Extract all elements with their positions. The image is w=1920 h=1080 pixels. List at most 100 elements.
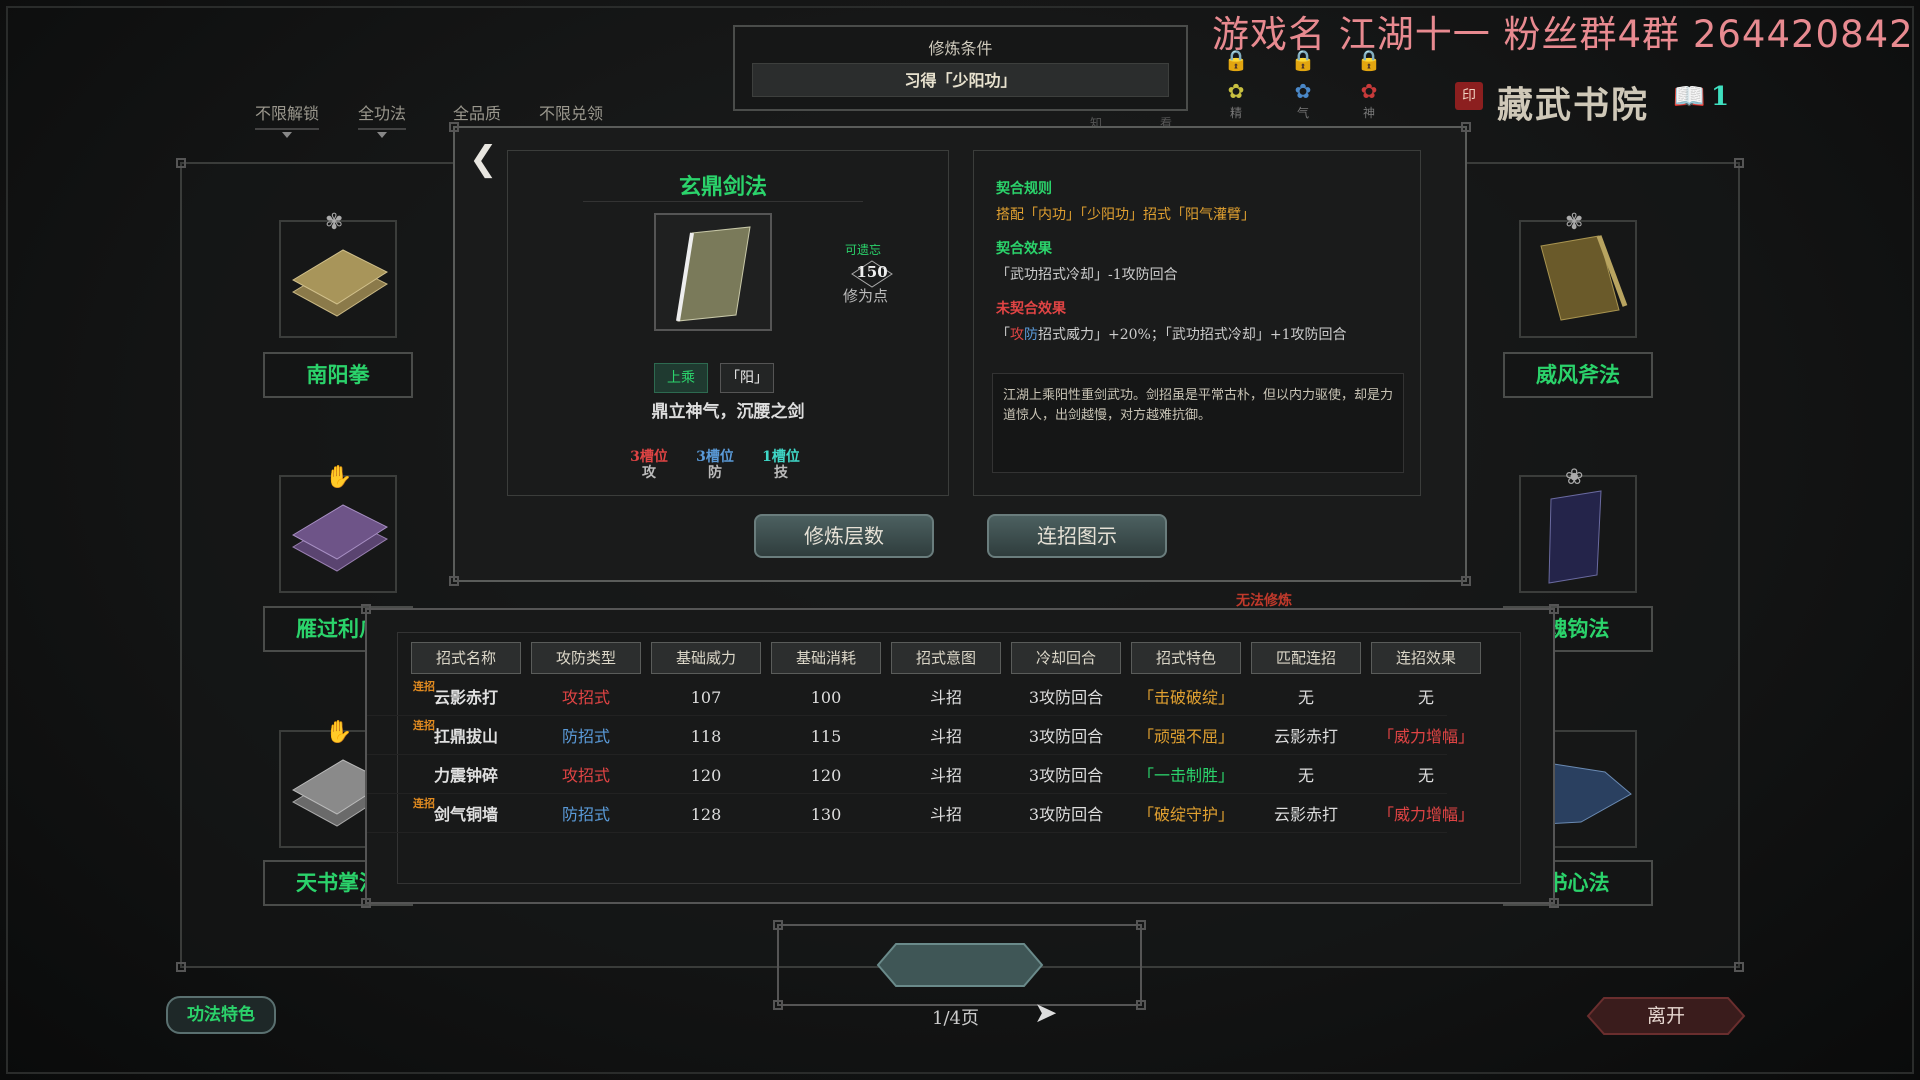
cell-cost: 100 <box>810 688 842 707</box>
table-row[interactable]: 力震钟碎 攻招式 120 120 斗招 3攻防回合 「一击制胜」 无 无 <box>367 758 1447 794</box>
combo-tag: 连招 <box>413 797 435 810</box>
skill-name: 玄鼎剑法 <box>583 169 863 202</box>
academy-name: 藏武书院 <box>1497 84 1650 126</box>
skill-detail-popup: ❮ 玄鼎剑法 可遗忘 150 修为点 上乘 「阳」 鼎立神气，沉腰之剑 3槽位攻… <box>449 122 1471 586</box>
skill-book-slot <box>654 213 772 331</box>
cell-cd: 3攻防回合 <box>1028 727 1104 746</box>
col-combo-effect[interactable]: 连招效果 <box>1371 642 1481 674</box>
cell-cd: 3攻防回合 <box>1028 766 1104 785</box>
train-level-button[interactable]: 修炼层数 <box>754 514 934 558</box>
next-page-arrow-icon[interactable]: ➤ <box>1034 996 1057 1029</box>
requirement-box: 修炼条件 习得「少阳功」 <box>733 25 1188 111</box>
element-tag: 「阳」 <box>720 363 774 393</box>
cell-type: 攻招式 <box>561 766 610 785</box>
cell-power: 118 <box>690 727 722 746</box>
book-name-right-1[interactable]: 威风斧法 <box>1503 352 1653 398</box>
combo-tag: 连招 <box>413 719 435 732</box>
book-slot-right-1[interactable]: ✾ <box>1519 210 1637 338</box>
cell-name: 力震钟碎 <box>433 766 498 785</box>
skill-description: 江湖上乘阳性重剑武功。剑招虽是平常古朴，但以内力驱使，却是力道惊人，出剑越慢，对… <box>992 373 1404 473</box>
lock-icon: 🔒 <box>1223 48 1249 72</box>
book-slot-right-2[interactable]: ❀ <box>1519 465 1637 593</box>
cell-intent: 斗招 <box>929 688 962 707</box>
center-action-button[interactable] <box>876 942 1044 988</box>
combo-diagram-button[interactable]: 连招图示 <box>987 514 1167 558</box>
requirement-value: 习得「少阳功」 <box>752 63 1169 97</box>
hook-icon: ✋ <box>325 720 353 745</box>
move-table-panel: 招式名称 攻防类型 基础威力 基础消耗 招式意图 冷却回合 招式特色 匹配连招 … <box>361 604 1559 908</box>
forgettable-label: 可遗忘 <box>845 243 882 257</box>
col-power[interactable]: 基础威力 <box>651 642 761 674</box>
unmatched-value: 「攻防招式威力」+20%；「武功招式冷却」+1攻防回合 <box>996 327 1347 343</box>
skill-info-card: 玄鼎剑法 可遗忘 150 修为点 上乘 「阳」 鼎立神气，沉腰之剑 3槽位攻 3… <box>507 150 949 496</box>
cell-intent: 斗招 <box>929 766 962 785</box>
cell-power: 120 <box>690 766 722 785</box>
cell-match: 无 <box>1297 688 1314 707</box>
filter-unlock[interactable]: 不限解锁 <box>255 100 320 138</box>
match-rules-card: 契合规则 搭配「内功」「少阳功」招式「阳气灌臂」 契合效果 「武功招式冷却」-1… <box>973 150 1421 496</box>
locked-slot-qi[interactable]: 🔒 ✿ 气 <box>1280 48 1326 128</box>
lock-icon: 🔒 <box>1356 48 1382 72</box>
cell-feature: 「击破破绽」 <box>1137 688 1234 707</box>
defense-slot-count: 3槽位防 <box>696 449 734 481</box>
col-cooldown[interactable]: 冷却回合 <box>1011 642 1121 674</box>
cell-cd: 3攻防回合 <box>1028 688 1104 707</box>
book-cover-icon <box>676 226 751 322</box>
cannot-train-label: 无法修炼 <box>1236 593 1292 609</box>
hook-icon: ✾ <box>1565 210 1584 235</box>
cell-effect: 无 <box>1417 766 1434 785</box>
table-row[interactable]: 扛鼎拔山 连招 防招式 118 115 斗招 3攻防回合 「顽强不屈」 云影赤打 「威力增幅」 <box>367 719 1474 755</box>
cell-match: 云影赤打 <box>1273 727 1338 746</box>
cell-match: 无 <box>1297 766 1314 785</box>
col-intent[interactable]: 招式意图 <box>891 642 1001 674</box>
col-feature[interactable]: 招式特色 <box>1131 642 1241 674</box>
cell-feature: 「顽强不屈」 <box>1137 727 1234 746</box>
match-rule-title: 契合规则 <box>996 181 1052 197</box>
cell-cost: 120 <box>810 766 842 785</box>
book-slot-left-1[interactable]: ✾ <box>279 210 397 338</box>
hook-icon: ❀ <box>1565 465 1584 490</box>
locked-slot-jing[interactable]: 🔒 ✿ 精 <box>1213 48 1259 128</box>
leave-button[interactable]: 离开 <box>1586 996 1746 1036</box>
cell-cost: 130 <box>810 805 842 824</box>
attack-slot-count: 3槽位攻 <box>630 449 668 481</box>
col-move-name[interactable]: 招式名称 <box>411 642 521 674</box>
table-row[interactable]: 云影赤打 连招 攻招式 107 100 斗招 3攻防回合 「击破破绽」无无 <box>367 680 1447 716</box>
book-count: 1 <box>1711 82 1730 112</box>
cell-effect: 「威力增幅」 <box>1377 727 1474 746</box>
back-arrow-icon[interactable]: ❮ <box>469 142 498 176</box>
cell-type: 防招式 <box>561 727 610 746</box>
table-row[interactable]: 剑气铜墙 连招 防招式 128 130 斗招 3攻防回合 「破绽守护」 云影赤打 「威力增幅」 <box>367 797 1474 833</box>
unmatched-title: 未契合效果 <box>996 301 1066 317</box>
book-slot-left-2[interactable]: ✋ <box>279 465 397 593</box>
train-points-label: 修为点 <box>843 287 889 305</box>
book-cover-icon <box>291 504 389 572</box>
cell-effect: 「威力增幅」 <box>1377 805 1474 824</box>
dragon-emblem-icon: ✿ <box>1227 79 1245 103</box>
cell-power: 128 <box>690 805 722 824</box>
technique-slot-count: 1槽位技 <box>762 449 800 481</box>
requirement-title: 修炼条件 <box>928 39 993 58</box>
book-icon: 📖 <box>1673 82 1706 112</box>
match-rule-value: 搭配「内功」「少阳功」招式「阳气灌臂」 <box>996 207 1255 223</box>
match-effect-value: 「武功招式冷却」-1攻防回合 <box>996 267 1178 283</box>
scroll-icon <box>1540 235 1628 321</box>
col-cost[interactable]: 基础消耗 <box>771 642 881 674</box>
cell-cost: 115 <box>810 727 842 746</box>
col-match-combo[interactable]: 匹配连招 <box>1251 642 1361 674</box>
locked-slot-shen[interactable]: 🔒 ✿ 神 <box>1346 48 1392 128</box>
skill-motto: 鼎立神气，沉腰之剑 <box>651 402 805 422</box>
col-type[interactable]: 攻防类型 <box>531 642 641 674</box>
book-cover-icon <box>291 249 389 317</box>
filter-skill-type[interactable]: 全功法 <box>358 100 407 138</box>
seal-icon: 印 <box>1455 82 1483 110</box>
combo-tag: 连招 <box>413 680 435 693</box>
book-name-left-1[interactable]: 南阳拳 <box>263 352 413 398</box>
hook-icon: ✋ <box>325 465 353 490</box>
rules-text: 契合规则 搭配「内功」「少阳功」招式「阳气灌臂」 契合效果 「武功招式冷却」-1… <box>996 179 1406 359</box>
skill-feature-button[interactable]: 功法特色 <box>166 996 276 1034</box>
cell-match: 云影赤打 <box>1273 805 1338 824</box>
cell-intent: 斗招 <box>929 727 962 746</box>
red-emblem-icon: ✿ <box>1360 79 1378 103</box>
cell-type: 防招式 <box>561 805 610 824</box>
